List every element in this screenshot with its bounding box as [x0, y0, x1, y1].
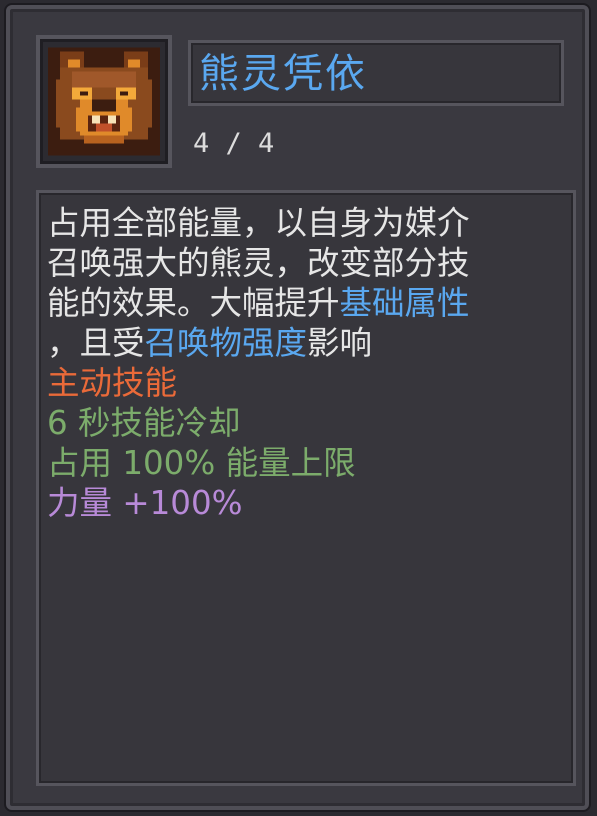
strength-value: +100%: [122, 484, 243, 522]
strength-label: 力量: [47, 484, 113, 522]
skill-title: 熊灵凭依: [199, 51, 367, 97]
skill-icon-frame: [36, 35, 172, 168]
keyword-base-attributes: 基础属性: [339, 284, 470, 322]
skill-title-box: 熊灵凭依: [188, 40, 564, 106]
skill-type-label: 主动技能: [47, 364, 178, 402]
description-line: 能的效果。大幅提升基础属性: [47, 283, 567, 323]
bear-spirit-icon: [48, 47, 160, 156]
description-line: 占用全部能量，以自身为媒介: [47, 204, 470, 242]
description-text: 能的效果。大幅提升: [47, 284, 340, 322]
skill-tooltip-panel: 熊灵凭依 4 / 4 占用全部能量，以自身为媒介 召唤强大的熊灵，改变部分技 能…: [6, 5, 589, 810]
skill-level: 4 / 4: [193, 128, 275, 159]
skill-description-box: 占用全部能量，以自身为媒介 召唤强大的熊灵，改变部分技 能的效果。大幅提升基础属…: [36, 190, 576, 786]
keyword-summon-strength: 召唤物强度: [144, 324, 308, 362]
description-line: 召唤强大的熊灵，改变部分技: [47, 244, 470, 282]
description-text: ，且受: [47, 324, 145, 362]
skill-description: 占用全部能量，以自身为媒介 召唤强大的熊灵，改变部分技 能的效果。大幅提升基础属…: [47, 203, 567, 523]
strength-stat: 力量 +100%: [47, 483, 567, 523]
description-text: 影响: [307, 324, 373, 362]
description-line: ，且受召唤物强度影响: [47, 323, 567, 363]
cooldown-stat: 6 秒技能冷却: [47, 404, 241, 442]
energy-stat: 占用 100% 能量上限: [47, 444, 356, 482]
